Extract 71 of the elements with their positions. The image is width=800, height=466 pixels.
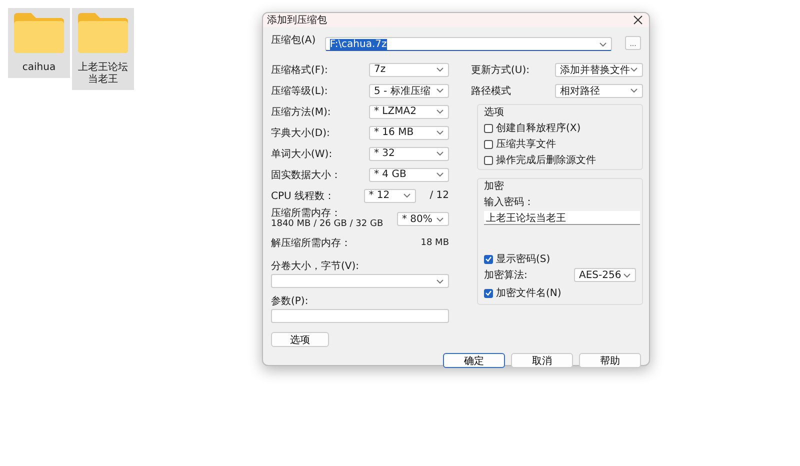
dropdown[interactable]: * LZMA2 xyxy=(369,104,449,118)
field-label: 解压缩所需内存： xyxy=(271,236,351,250)
chevron-icon xyxy=(630,88,638,93)
checkbox-label: 显示密码(S) xyxy=(496,252,550,266)
memory-usage: 1840 MB / 26 GB / 32 GB xyxy=(271,219,384,230)
folder-icon xyxy=(77,12,129,54)
field-label: 压缩等级(L): xyxy=(271,84,328,98)
field-label: 压缩包(A) xyxy=(271,34,317,47)
checkbox[interactable] xyxy=(484,124,493,132)
chevron-icon xyxy=(436,67,444,72)
field-label: 分卷大小，字节(V): xyxy=(271,260,360,273)
close-icon[interactable] xyxy=(633,15,643,25)
field-label: 压缩方法(M): xyxy=(271,106,331,118)
chevron-icon xyxy=(436,109,444,114)
field-label: 压缩所需内存： xyxy=(271,208,342,219)
dropdown[interactable]: 添加并替换文件 xyxy=(555,62,643,76)
field-label: 更新方式(U): xyxy=(471,64,530,76)
chevron-icon xyxy=(436,216,444,222)
checkbox[interactable] xyxy=(484,156,493,164)
dropdown[interactable]: * 16 MB xyxy=(369,126,449,140)
dropdown[interactable]: AES-256 xyxy=(574,268,636,282)
desktop-icon[interactable]: caihua xyxy=(8,8,70,78)
chevron-icon xyxy=(402,193,411,198)
checkbox-label: 加密文件名(N) xyxy=(496,286,562,300)
thread-max: / 12 xyxy=(430,190,449,201)
field-label: 字典大小(D): xyxy=(271,126,330,140)
dropdown[interactable]: * 4 GB xyxy=(369,168,449,182)
checkbox-label: 操作完成后删除源文件 xyxy=(496,154,596,167)
icon-label: caihua xyxy=(21,62,57,74)
field-label: 参数(P): xyxy=(271,294,310,308)
dropdown[interactable]: 5 - 标准压缩 xyxy=(369,84,449,98)
field-label: 单词大小(W): xyxy=(271,148,332,160)
field-label: 路径模式 xyxy=(471,84,511,98)
memory-value: 18 MB xyxy=(420,238,449,248)
group-title: 加密 xyxy=(484,181,505,193)
checkbox-label: 创建自释放程序(X) xyxy=(496,122,581,135)
group-title: 选项 xyxy=(484,107,505,119)
chevron-icon xyxy=(630,67,638,72)
field-label: 加密算法: xyxy=(484,268,528,282)
chevron-icon xyxy=(436,130,444,135)
checkbox[interactable] xyxy=(484,140,493,148)
input-field[interactable] xyxy=(271,309,449,323)
checkbox[interactable] xyxy=(484,288,493,298)
chevron-icon xyxy=(436,172,444,177)
archive-path-field[interactable]: F:\cahua.7z xyxy=(324,37,612,51)
chevron-icon xyxy=(436,151,444,156)
desktop-icon[interactable]: 上老王论坛当老王 xyxy=(72,8,134,90)
field-label: CPU 线程数： xyxy=(271,190,335,202)
dialog-button[interactable]: 帮助 xyxy=(579,353,641,368)
dropdown[interactable]: * 80% xyxy=(397,212,449,226)
chevron-icon xyxy=(436,88,444,93)
folder-icon xyxy=(13,12,65,54)
chevron-icon xyxy=(623,272,631,278)
dialog-button[interactable]: 取消 xyxy=(511,353,573,368)
options-button[interactable]: 选项 xyxy=(271,332,329,347)
field-label: 固实数据大小： xyxy=(271,168,341,182)
checkbox[interactable] xyxy=(484,254,493,264)
chevron-icon xyxy=(436,278,444,284)
dropdown[interactable]: 7z xyxy=(369,62,449,76)
dropdown[interactable]: * 32 xyxy=(369,146,449,160)
checkbox-label: 压缩共享文件 xyxy=(496,138,556,151)
dropdown[interactable]: * 12 xyxy=(364,188,416,202)
password-field[interactable]: 上老王论坛当老王 xyxy=(484,211,640,225)
field-label: 输入密码： xyxy=(484,196,535,209)
dropdown[interactable]: 相对路径 xyxy=(555,84,643,98)
window-title: 添加到压缩包 xyxy=(267,14,327,27)
field-label: 压缩格式(F): xyxy=(271,64,328,76)
dialog-button[interactable]: 确定 xyxy=(443,353,505,368)
icon-label: 上老王论坛当老王 xyxy=(77,62,129,86)
chevron-icon xyxy=(599,42,608,46)
browse-button[interactable]: ... xyxy=(625,36,641,50)
